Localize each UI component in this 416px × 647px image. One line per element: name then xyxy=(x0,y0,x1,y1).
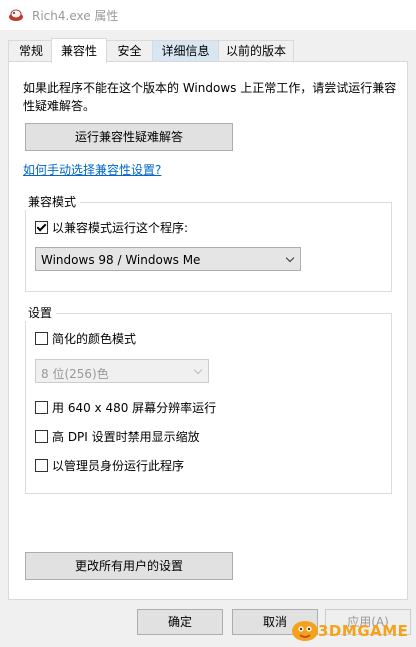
tab-security[interactable]: 安全 xyxy=(106,40,153,62)
chevron-down-icon xyxy=(193,365,203,375)
change-all-users-button[interactable]: 更改所有用户的设置 xyxy=(25,552,233,580)
run-as-admin-checkbox[interactable]: 以管理员身份运行此程序 xyxy=(35,459,184,475)
compat-mode-checkbox[interactable]: 以兼容模式运行这个程序: xyxy=(35,221,188,237)
run-troubleshooter-button[interactable]: 运行兼容性疑难解答 xyxy=(25,123,233,151)
title-bar: Rich4.exe 属性 xyxy=(0,0,416,30)
tab-details[interactable]: 详细信息 xyxy=(152,40,219,62)
ok-button[interactable]: 确定 xyxy=(137,609,223,635)
compat-mode-checkbox-label: 以兼容模式运行这个程序: xyxy=(52,221,189,235)
os-version-value: Windows 98 / Windows Me xyxy=(41,253,201,267)
settings-group-label: 设置 xyxy=(25,304,57,321)
tab-previous-versions[interactable]: 以前的版本 xyxy=(218,40,294,62)
app-icon xyxy=(8,8,24,22)
high-dpi-checkbox[interactable]: 高 DPI 设置时禁用显示缩放 xyxy=(35,430,200,446)
color-depth-value: 8 位(256)色 xyxy=(41,367,109,381)
manual-settings-link[interactable]: 如何手动选择兼容性设置? xyxy=(23,161,161,178)
reduced-color-label: 简化的颜色模式 xyxy=(52,332,137,346)
compat-mode-group-label: 兼容模式 xyxy=(25,193,81,210)
checkbox-box[interactable] xyxy=(35,221,48,234)
checkmark-icon xyxy=(36,221,47,232)
compatibility-panel: 如果此程序不能在这个版本的 Windows 上正常工作，请尝试运行兼容性疑难解答… xyxy=(8,61,408,600)
checkbox-box[interactable] xyxy=(35,459,48,472)
watermark-text: 3DMGAME xyxy=(318,622,409,640)
compat-mode-group: 兼容模式 以兼容模式运行这个程序: Windows 98 / Windows M… xyxy=(25,193,392,292)
checkbox-box[interactable] xyxy=(35,332,48,345)
watermark-logo-icon xyxy=(290,617,320,643)
settings-group: 设置 简化的颜色模式 8 位(256)色 用 640 x 480 屏幕分辨率运行… xyxy=(25,304,392,494)
checkbox-box[interactable] xyxy=(35,430,48,443)
color-depth-select[interactable]: 8 位(256)色 xyxy=(35,359,209,383)
res-640-checkbox[interactable]: 用 640 x 480 屏幕分辨率运行 xyxy=(35,401,216,417)
tab-general[interactable]: 常规 xyxy=(8,40,54,62)
high-dpi-label: 高 DPI 设置时禁用显示缩放 xyxy=(52,430,200,444)
run-as-admin-label: 以管理员身份运行此程序 xyxy=(52,459,185,473)
window-title: Rich4.exe 属性 xyxy=(32,9,119,23)
tab-compatibility[interactable]: 兼容性 xyxy=(51,38,107,63)
chevron-down-icon xyxy=(285,253,295,263)
intro-text: 如果此程序不能在这个版本的 Windows 上正常工作，请尝试运行兼容性疑难解答… xyxy=(23,81,397,113)
reduced-color-checkbox[interactable]: 简化的颜色模式 xyxy=(35,332,136,348)
checkbox-box[interactable] xyxy=(35,401,48,414)
res-640-label: 用 640 x 480 屏幕分辨率运行 xyxy=(52,401,217,415)
os-version-select[interactable]: Windows 98 / Windows Me xyxy=(35,247,301,271)
